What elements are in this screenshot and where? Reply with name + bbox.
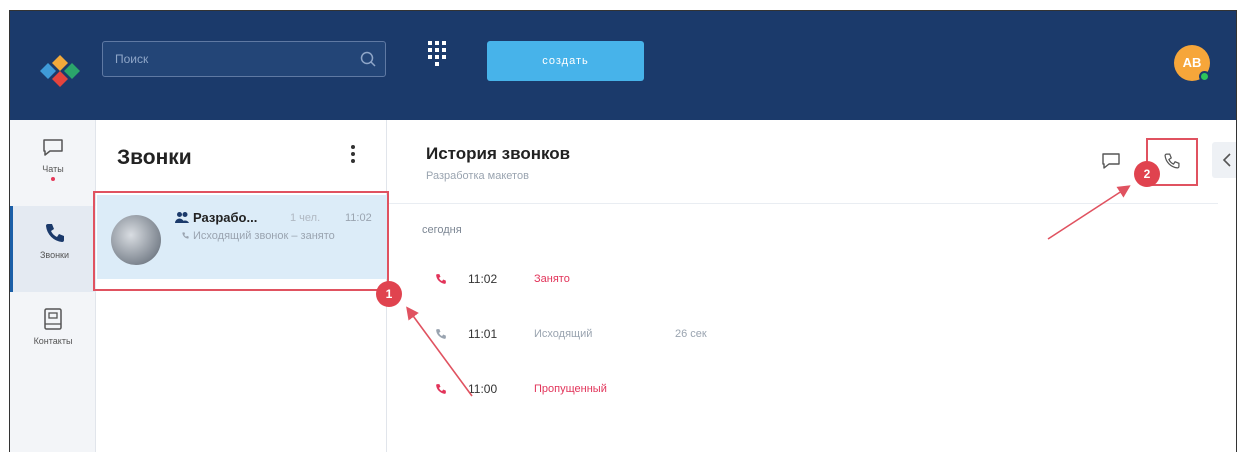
unread-dot	[51, 177, 55, 181]
annotation-box-1	[93, 191, 389, 291]
call-duration: 26 сек	[675, 328, 707, 340]
rail-label-calls: Звонки	[39, 250, 70, 260]
search-icon[interactable]	[359, 50, 377, 68]
app-logo[interactable]	[32, 51, 88, 87]
history-call-row: 11:01 Исходящий 26 сек	[388, 323, 988, 347]
call-history-panel: История звонков Разработка макетов сегод…	[388, 120, 1236, 452]
history-title: История звонков	[426, 144, 571, 163]
call-status: Пропущенный	[534, 383, 607, 395]
search-placeholder: Поиск	[115, 52, 149, 66]
online-status-dot	[1199, 71, 1210, 82]
chat-icon	[43, 139, 63, 156]
history-call-row: 11:00 Пропущенный	[388, 378, 988, 402]
history-call-row: 11:02 Занято	[388, 268, 988, 292]
rail-item-chats[interactable]: Чаты	[10, 120, 96, 206]
call-status: Занято	[534, 273, 570, 285]
create-button[interactable]: создать	[487, 41, 644, 81]
call-status-icon	[436, 384, 446, 394]
call-time: 11:02	[468, 272, 498, 286]
nav-rail: Чаты Звонки Контакты	[10, 120, 96, 452]
call-status: Исходящий	[534, 328, 593, 340]
rail-label-chats: Чаты	[42, 164, 64, 174]
dialpad-icon[interactable]	[426, 39, 448, 73]
search-input[interactable]: Поиск	[102, 41, 386, 77]
chevron-left-icon	[1222, 153, 1231, 167]
call-time: 11:00	[468, 382, 498, 396]
annotation-badge-1: 1	[376, 281, 402, 307]
phone-icon	[45, 224, 64, 242]
call-status-icon	[436, 329, 446, 339]
top-bar: Поиск создать АВ	[10, 11, 1236, 120]
app-window: Поиск создать АВ Чаты Звонки Контакты Зв…	[9, 10, 1237, 452]
open-chat-icon[interactable]	[1100, 149, 1122, 171]
rail-item-calls[interactable]: Звонки	[10, 206, 96, 292]
annotation-badge-2: 2	[1134, 161, 1160, 187]
call-time: 11:01	[468, 327, 498, 341]
call-status-icon	[436, 274, 446, 284]
calls-list-title: Звонки	[117, 146, 192, 169]
more-menu-icon[interactable]	[347, 142, 359, 170]
collapse-panel-button[interactable]	[1212, 142, 1236, 178]
day-label: сегодня	[422, 224, 462, 236]
history-subtitle: Разработка макетов	[426, 170, 529, 182]
contacts-book-icon	[44, 308, 62, 330]
rail-label-contacts: Контакты	[33, 336, 73, 346]
rail-item-contacts[interactable]: Контакты	[10, 292, 96, 378]
history-divider	[388, 203, 1218, 204]
